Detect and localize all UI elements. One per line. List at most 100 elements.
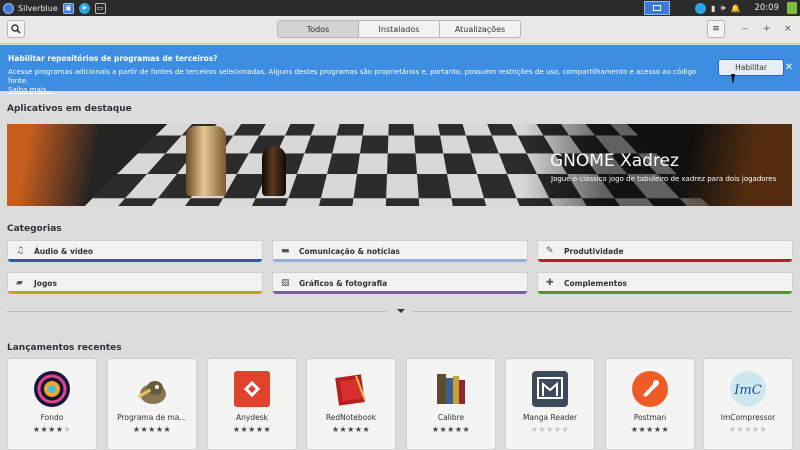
category-label: Produtividade: [564, 246, 624, 256]
minimize-icon[interactable]: ‒: [742, 24, 748, 34]
star-icon: ★: [439, 425, 448, 434]
star-icon: ★: [462, 425, 471, 434]
star-icon: ★: [744, 425, 752, 434]
star-icon: ★: [339, 425, 348, 434]
telegram-launcher-icon[interactable]: ➤: [78, 2, 90, 14]
app-name: Postman: [633, 413, 667, 422]
notification-bell-icon[interactable]: 🔔: [731, 4, 741, 13]
star-icon: ★: [48, 425, 56, 434]
category-games[interactable]: ▰ Jogos: [7, 272, 263, 294]
calibre-app-icon: [437, 374, 465, 404]
star-icon: ★: [63, 425, 72, 434]
app-tile-postman[interactable]: Postman ★★★★★: [605, 358, 695, 450]
star-icon: ★: [55, 425, 64, 434]
enable-button[interactable]: Habilitar: [718, 59, 784, 76]
rating-stars: ★★★★★: [407, 425, 495, 434]
rating-stars: ★★★★★: [8, 425, 96, 434]
header-bar: Todos Instalados Atualizações ≡ ‒ + ×: [0, 16, 800, 44]
app-tile-calibre[interactable]: Calibre ★★★★★: [406, 358, 496, 450]
learn-more-link[interactable]: Saiba mais…: [8, 86, 708, 95]
categories-expander[interactable]: [7, 309, 792, 313]
anydesk-app-icon: [234, 371, 270, 407]
star-icon: ★: [759, 425, 768, 434]
tab-instalados[interactable]: Instalados: [358, 20, 440, 38]
edit-icon: ✎: [546, 246, 554, 256]
fedora-logo-icon[interactable]: [3, 2, 14, 14]
app-tile-rednotebook[interactable]: RedNotebook ★★★★★: [306, 358, 396, 450]
featured-app-title: GNOME Xadrez: [550, 151, 679, 171]
category-productivity[interactable]: ✎ Produtividade: [537, 240, 793, 262]
tab-atualizacoes[interactable]: Atualizações: [439, 20, 521, 38]
star-icon: ★: [447, 425, 455, 434]
chess-king-piece: [186, 126, 226, 196]
star-icon: ★: [638, 425, 647, 434]
star-icon: ★: [736, 425, 745, 434]
star-icon: ★: [40, 425, 49, 434]
star-icon: ★: [255, 425, 264, 434]
category-graphics-photography[interactable]: ▧ Gráficos & fotografia: [272, 272, 528, 294]
volume-icon[interactable]: 🕪: [720, 3, 725, 13]
close-window-icon[interactable]: ×: [784, 24, 792, 34]
trash-icon[interactable]: [787, 2, 797, 14]
search-button[interactable]: [7, 20, 25, 38]
star-icon: ★: [362, 425, 371, 434]
star-icon: ★: [155, 425, 164, 434]
workspace-switcher-icon[interactable]: [644, 1, 671, 15]
app-tile-gimp[interactable]: Programa de ma… ★★★★★: [107, 358, 197, 450]
music-note-icon: ♫: [16, 246, 25, 256]
close-infobar-icon[interactable]: ✕: [782, 59, 796, 76]
app-tile-imcompressor[interactable]: ImC ImCompressor ★★★★★: [703, 358, 793, 450]
rednotebook-app-icon: [335, 374, 366, 406]
infobar-description-text: Acesse programas adicionais a partir de …: [8, 68, 697, 85]
star-icon: ★: [354, 425, 363, 434]
app-tile-fondo[interactable]: Fondo ★★★★★: [7, 358, 97, 450]
star-icon: ★: [538, 425, 547, 434]
files-launcher-icon[interactable]: ▣: [62, 2, 74, 14]
activities-label[interactable]: Silverblue: [18, 4, 58, 13]
star-icon: ★: [561, 425, 570, 434]
rating-stars: ★★★★★: [208, 425, 296, 434]
app-tile-anydesk[interactable]: Anydesk ★★★★★: [207, 358, 297, 450]
category-addons[interactable]: ✚ Complementos: [537, 272, 793, 294]
chat-icon: ▬: [281, 246, 290, 256]
app-name: Programa de ma…: [117, 413, 187, 422]
window-launcher-icon[interactable]: ▭: [94, 2, 106, 14]
rating-stars: ★★★★★: [108, 425, 196, 434]
clock[interactable]: 20:09: [755, 3, 780, 13]
postman-app-icon: [632, 371, 668, 407]
featured-section-title: Aplicativos em destaque: [7, 104, 132, 114]
app-name: Fondo: [40, 413, 64, 422]
tab-todos[interactable]: Todos: [277, 20, 359, 38]
star-icon: ★: [140, 425, 149, 434]
search-icon: [11, 24, 21, 34]
fondo-app-icon: [34, 371, 70, 407]
infobar-description: Acesse programas adicionais a partir de …: [8, 68, 708, 95]
manga-reader-app-icon: [532, 371, 568, 407]
star-icon: ★: [248, 425, 256, 434]
star-icon: ★: [751, 425, 760, 434]
rating-stars: ★★★★★: [506, 425, 594, 434]
puzzle-icon: ✚: [546, 278, 554, 288]
category-label: Comunicação & notícias: [299, 246, 400, 256]
app-name: RedNotebook: [325, 413, 377, 422]
app-tile-manga-reader[interactable]: Manga Reader ★★★★★: [505, 358, 595, 450]
rating-stars: ★★★★★: [307, 425, 395, 434]
maximize-icon[interactable]: +: [763, 24, 771, 34]
category-label: Gráficos & fotografia: [299, 278, 388, 288]
menu-button[interactable]: ≡: [707, 20, 725, 38]
app-name: ImCompressor: [720, 413, 776, 422]
category-communication-news[interactable]: ▬ Comunicação & notícias: [272, 240, 528, 262]
star-icon: ★: [646, 425, 654, 434]
svg-text:ImC: ImC: [733, 383, 761, 398]
star-icon: ★: [546, 425, 554, 434]
star-icon: ★: [653, 425, 662, 434]
star-icon: ★: [553, 425, 562, 434]
rating-stars: ★★★★★: [704, 425, 792, 434]
star-icon: ★: [148, 425, 156, 434]
category-audio-video[interactable]: ♫ Áudio & vídeo: [7, 240, 263, 262]
app-name: Anydesk: [236, 413, 268, 422]
signal-strength-icon[interactable]: ▮: [711, 4, 715, 13]
telegram-tray-icon[interactable]: [695, 2, 707, 14]
star-icon: ★: [240, 425, 249, 434]
chevron-down-icon[interactable]: [397, 309, 405, 313]
